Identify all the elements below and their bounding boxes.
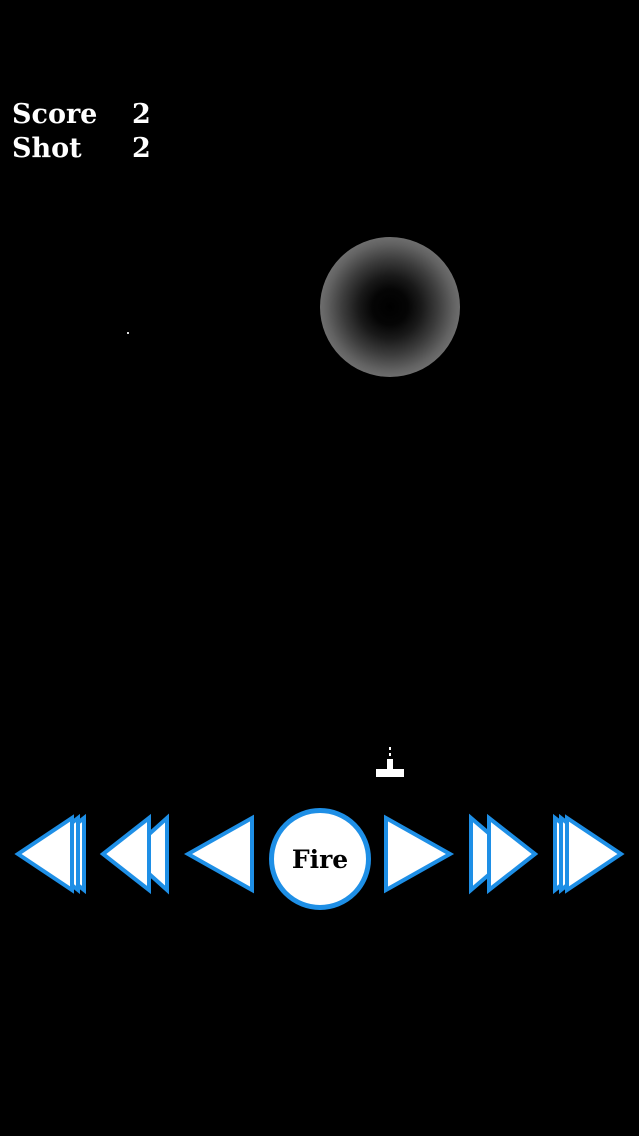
player-ship-icon xyxy=(376,747,404,777)
score-value: 2 xyxy=(132,99,151,130)
fire-label: Fire xyxy=(291,844,349,874)
move-left-fast-button[interactable] xyxy=(99,810,173,898)
game-screen: Score 2 Shot 2 Fire xyxy=(0,0,639,1136)
score-display: Score 2 xyxy=(12,98,162,132)
left-icon xyxy=(184,814,254,894)
shot-value: 2 xyxy=(132,133,151,164)
star xyxy=(127,332,129,334)
right-fastest-icon xyxy=(553,813,625,895)
score-label: Score xyxy=(12,99,98,130)
fire-button[interactable]: Fire xyxy=(269,808,371,910)
move-right-fastest-button[interactable] xyxy=(551,810,625,898)
move-left-button[interactable] xyxy=(184,810,258,898)
control-bar: Fire xyxy=(0,800,639,915)
move-left-fastest-button[interactable] xyxy=(14,810,88,898)
black-hole xyxy=(320,237,460,377)
move-right-fast-button[interactable] xyxy=(467,810,541,898)
right-icon xyxy=(384,814,455,894)
right-fast-icon xyxy=(469,813,539,895)
move-right-button[interactable] xyxy=(382,810,456,898)
left-fast-icon xyxy=(99,813,169,895)
shot-display: Shot 2 xyxy=(12,132,162,166)
left-fastest-icon xyxy=(14,813,86,895)
shot-label: Shot xyxy=(12,133,82,164)
